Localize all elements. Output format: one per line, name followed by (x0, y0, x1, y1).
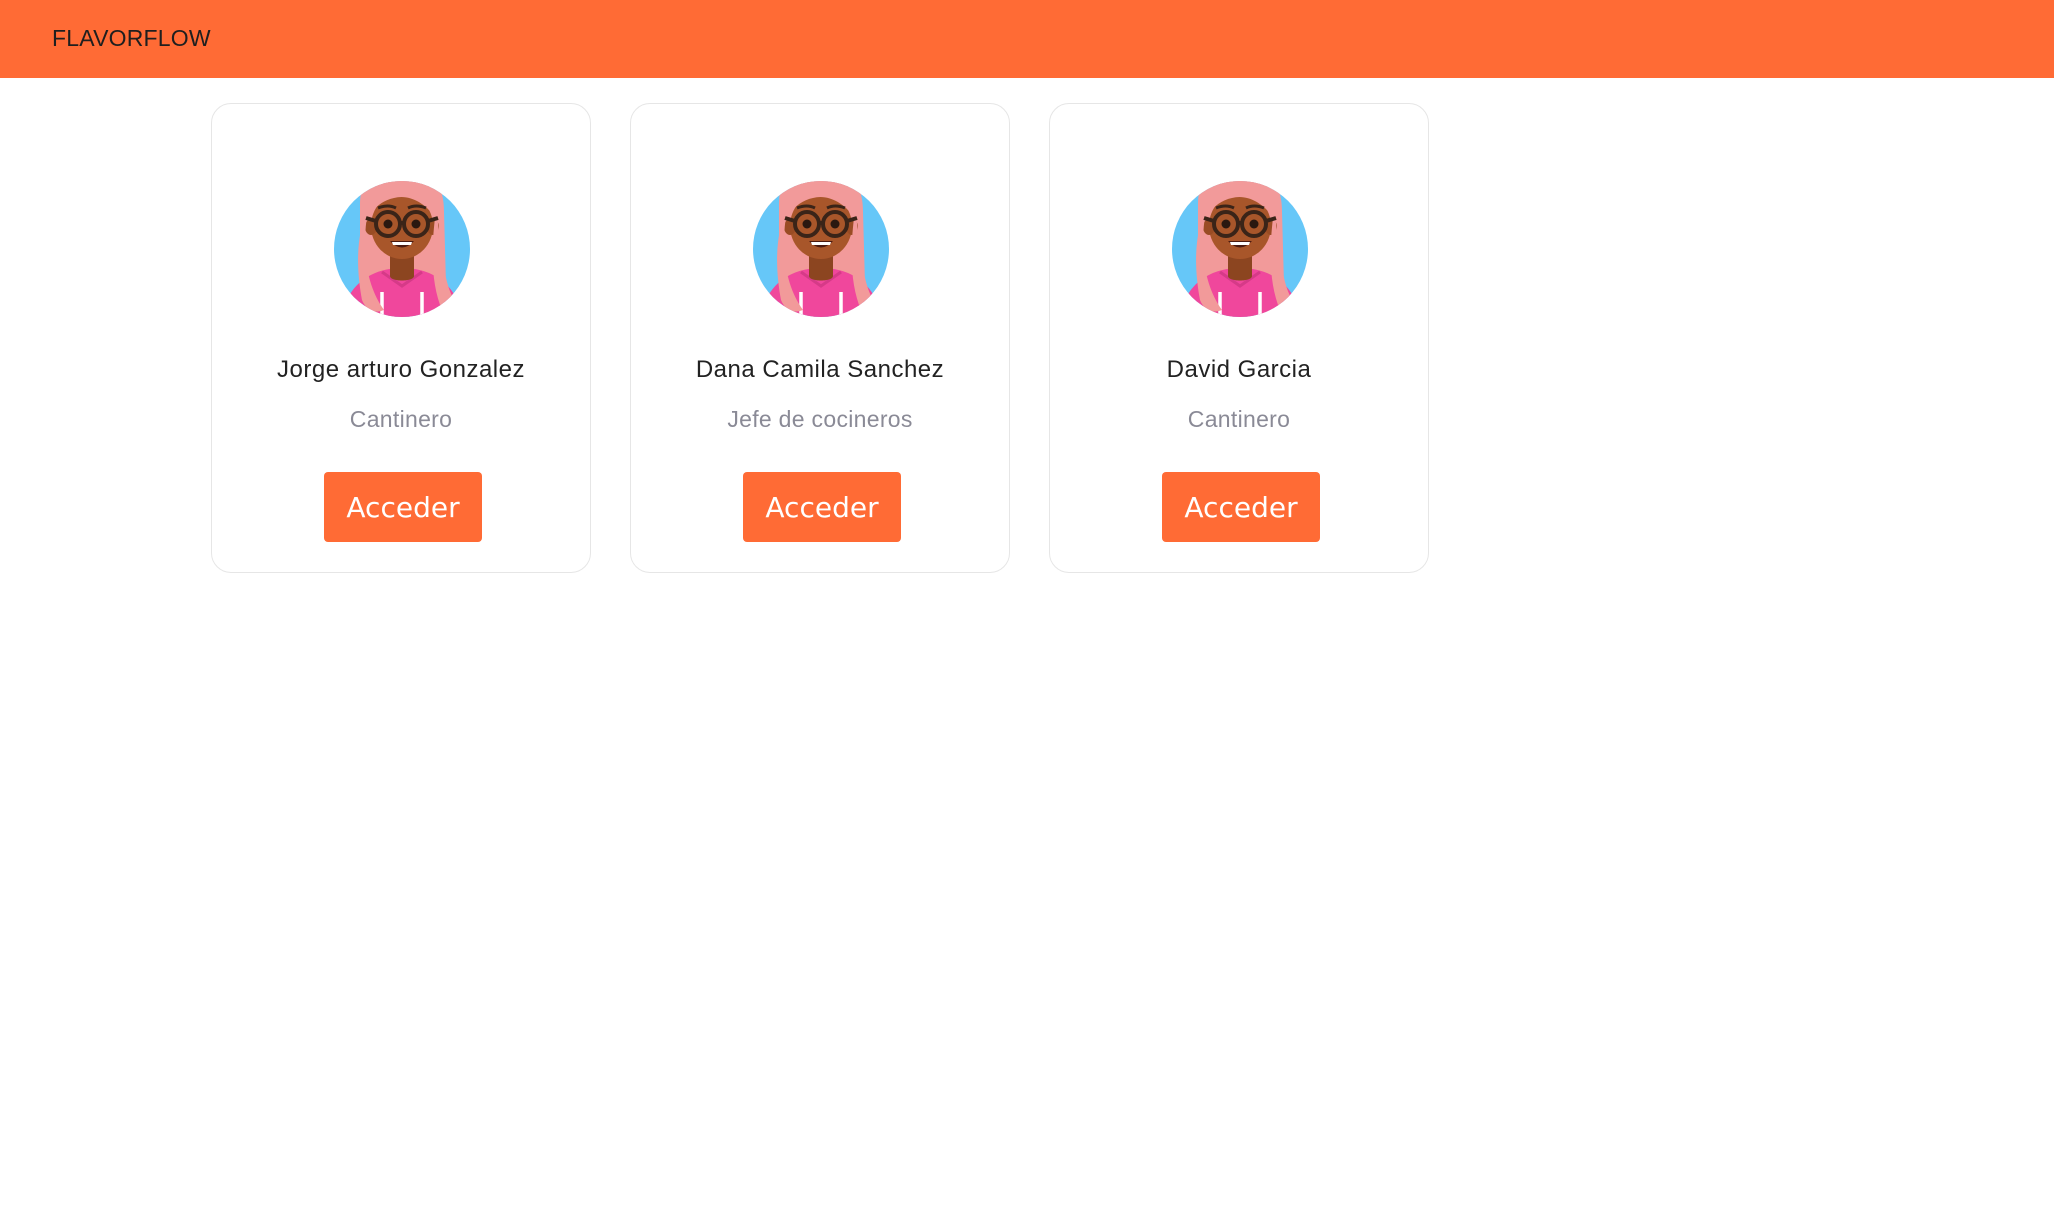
employee-name: Jorge arturo Gonzalez (277, 356, 525, 383)
access-button[interactable]: Acceder (324, 472, 482, 542)
employee-role: Cantinero (1187, 406, 1291, 432)
employee-card: David Garcia Cantinero Acceder (1049, 103, 1429, 573)
woman-glasses-avatar-icon (1172, 164, 1308, 318)
woman-glasses-avatar-icon (334, 164, 470, 318)
access-button[interactable]: Acceder (743, 472, 901, 542)
employee-card: Dana Camila Sanchez Jefe de cocineros Ac… (630, 103, 1010, 573)
access-button[interactable]: Acceder (1162, 472, 1320, 542)
employee-card: Jorge arturo Gonzalez Cantinero Acceder (211, 103, 591, 573)
employee-role: Cantinero (349, 406, 453, 432)
top-navbar: FLAVORFLOW (0, 0, 2054, 78)
brand-logo-text[interactable]: FLAVORFLOW (52, 0, 211, 78)
employee-role: Jefe de cocineros (727, 406, 913, 432)
employee-name: David Garcia (1166, 356, 1312, 383)
employee-name: Dana Camila Sanchez (695, 356, 945, 383)
woman-glasses-avatar-icon (753, 164, 889, 318)
